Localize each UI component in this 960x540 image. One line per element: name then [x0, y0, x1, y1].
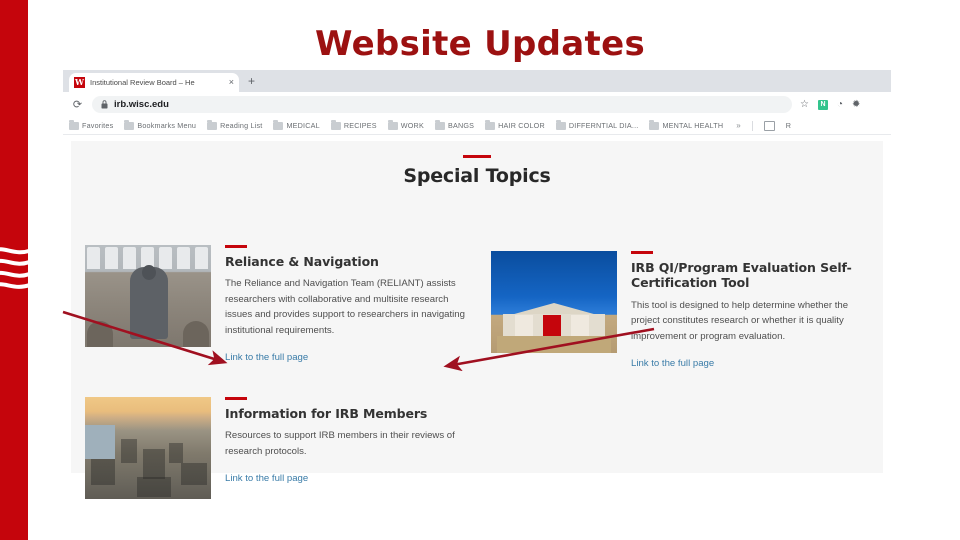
puzzle-extensions-icon[interactable]: ✹ [852, 99, 860, 110]
reading-list-icon[interactable] [763, 120, 775, 131]
bookmarks-overflow-icon[interactable]: » [736, 121, 740, 130]
bookmark-item[interactable]: HAIR COLOR [485, 119, 545, 130]
close-icon[interactable]: × [229, 78, 234, 87]
folder-icon [434, 119, 445, 130]
page-title: Website Updates [314, 24, 645, 64]
card-body: Reliance & Navigation The Reliance and N… [225, 245, 473, 365]
bookmark-label: HAIR COLOR [498, 121, 545, 130]
browser-tab-title: Institutional Review Board – He [90, 78, 195, 87]
card-irb-qi-self-certification[interactable]: IRB QI/Program Evaluation Self-Certifica… [491, 251, 879, 371]
card-link[interactable]: Link to the full page [225, 352, 308, 363]
bookmark-item[interactable]: MENTAL HEALTH [649, 119, 724, 130]
url-text: irb.wisc.edu [114, 99, 169, 110]
card-body: Information for IRB Members Resources to… [225, 397, 473, 499]
reload-icon[interactable]: ⟳ [71, 98, 84, 111]
bookmark-item[interactable]: DIFFERNTIAL DIA... [555, 119, 639, 130]
new-tab-button[interactable]: + [248, 75, 255, 87]
bookmark-label: BANGS [447, 121, 475, 130]
browser-tab-active[interactable]: W Institutional Review Board – He × [69, 73, 239, 92]
card-description: Resources to support IRB members in thei… [225, 430, 455, 457]
folder-icon [124, 119, 135, 130]
card-description: The Reliance and Navigation Team (RELIAN… [225, 278, 465, 336]
folder-icon [387, 119, 398, 130]
card-link[interactable]: Link to the full page [631, 358, 714, 369]
bookmark-label: MEDICAL [286, 121, 320, 130]
bookmark-label: WORK [400, 121, 424, 130]
accent-rule [225, 245, 247, 248]
bookmarks-bar: Favorites Bookmarks Menu Reading List ME… [63, 117, 891, 135]
card-title: Information for IRB Members [225, 406, 428, 421]
card-title: Reliance & Navigation [225, 254, 379, 269]
card-description: This tool is designed to help determine … [631, 299, 849, 342]
card-link[interactable]: Link to the full page [225, 473, 308, 484]
profile-avatar-icon[interactable]: ◔ [837, 99, 843, 110]
madison-skyline-photo [85, 397, 211, 499]
folder-icon [485, 119, 496, 130]
folder-icon [649, 119, 660, 130]
star-icon[interactable]: ☆ [800, 99, 809, 110]
special-topics-header: Special Topics [63, 155, 891, 187]
reading-list-label: R [785, 121, 792, 130]
lock-icon [101, 100, 108, 109]
lincoln-statue-photo [85, 245, 211, 347]
left-red-band [0, 0, 30, 540]
browser-window-screenshot: W Institutional Review Board – He × + ⟳ … [63, 70, 891, 523]
card-information-for-irb-members[interactable]: Information for IRB Members Resources to… [85, 397, 473, 499]
folder-icon [207, 119, 218, 130]
toolbar-icon-group: ☆ N ◔ ✹ [800, 99, 860, 110]
accent-rule [463, 155, 491, 158]
uw-favicon-icon: W [74, 77, 85, 88]
bookmark-label: RECIPES [343, 121, 377, 130]
section-title: Special Topics [403, 165, 551, 187]
bookmark-label: MENTAL HEALTH [662, 121, 724, 130]
accent-rule [225, 397, 247, 400]
folder-icon [330, 119, 341, 130]
bookmark-item[interactable]: MEDICAL [273, 119, 320, 130]
folder-icon [273, 119, 284, 130]
memorial-union-photo [491, 251, 617, 353]
bookmark-item[interactable]: Reading List [207, 119, 263, 130]
folder-icon [555, 119, 566, 130]
webpage-content: Special Topics Reliance & Navigation The… [63, 135, 891, 523]
card-body: IRB QI/Program Evaluation Self-Certifica… [631, 251, 879, 371]
browser-tab-strip: W Institutional Review Board – He × + [63, 70, 891, 92]
bookmark-label: DIFFERNTIAL DIA... [568, 121, 639, 130]
bookmark-item[interactable]: BANGS [434, 119, 475, 130]
bookmark-item[interactable]: Bookmarks Menu [124, 119, 197, 130]
bookmark-item[interactable]: Favorites [69, 119, 114, 130]
address-bar[interactable]: irb.wisc.edu [92, 96, 792, 113]
bookmark-label: Reading List [220, 121, 263, 130]
accent-rule [631, 251, 653, 254]
extension-badge-icon[interactable]: N [817, 99, 828, 110]
bookmark-item[interactable]: RECIPES [330, 119, 377, 130]
card-title: IRB QI/Program Evaluation Self-Certifica… [631, 260, 852, 291]
browser-toolbar: ⟳ irb.wisc.edu ☆ N ◔ ✹ [63, 92, 891, 117]
wave-motif-icon [0, 247, 30, 289]
bookmark-label: Favorites [82, 121, 114, 130]
folder-icon [69, 119, 79, 130]
divider [751, 120, 753, 131]
bookmark-item[interactable]: WORK [387, 119, 424, 130]
bookmark-label: Bookmarks Menu [137, 121, 197, 130]
card-reliance-navigation[interactable]: Reliance & Navigation The Reliance and N… [85, 245, 473, 365]
